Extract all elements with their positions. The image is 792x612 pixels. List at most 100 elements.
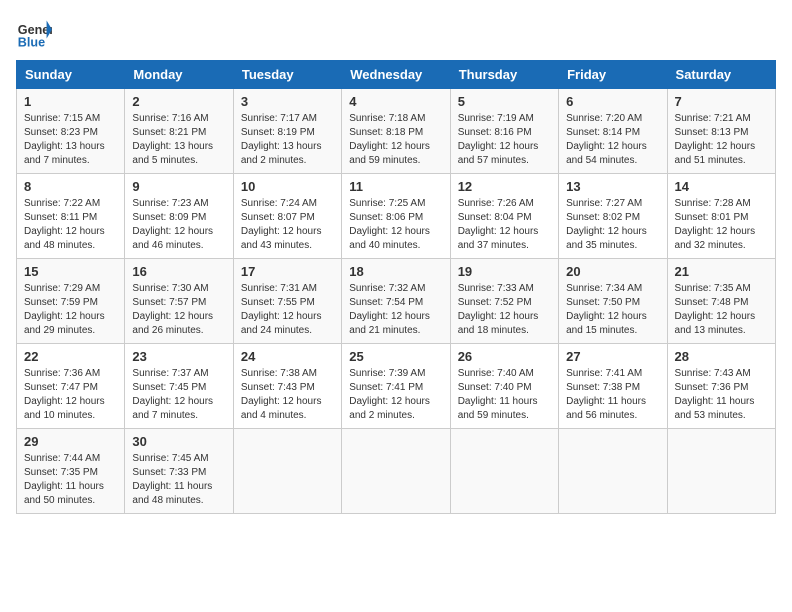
day-info: Sunrise: 7:36 AMSunset: 7:47 PMDaylight:… [24,367,117,423]
day-info: Sunrise: 7:26 AMSunset: 8:04 PMDaylight:… [458,197,551,253]
weekday-header: Friday [559,61,667,89]
calendar-cell: 21Sunrise: 7:35 AMSunset: 7:48 PMDayligh… [667,259,775,344]
calendar-cell: 12 Sunrise: 7:26 AMSunset: 8:04 PMDayligh… [450,174,558,259]
calendar-cell: 29Sunrise: 7:44 AMSunset: 7:35 PMDayligh… [17,429,125,514]
calendar-cell: 25Sunrise: 7:39 AMSunset: 7:41 PMDayligh… [342,344,450,429]
calendar-cell: 18 Sunrise: 7:32 AMSunset: 7:54 PMDayligh… [342,259,450,344]
day-info: Sunrise: 7:16 AMSunset: 8:21 PMDaylight:… [132,112,225,168]
day-number: 25 [349,349,442,364]
day-info: Sunrise: 7:31 AMSunset: 7:55 PMDaylight:… [241,282,334,338]
day-number: 8 [24,179,117,194]
calendar-cell: 23 Sunrise: 7:37 AMSunset: 7:45 PMDayligh… [125,344,233,429]
day-number: 23 [132,349,225,364]
calendar-week-row: 8 Sunrise: 7:22 AMSunset: 8:11 PMDaylight… [17,174,776,259]
day-info: Sunrise: 7:40 AMSunset: 7:40 PMDaylight:… [458,367,551,423]
calendar-cell [342,429,450,514]
day-info: Sunrise: 7:18 AMSunset: 8:18 PMDaylight:… [349,112,442,168]
day-info: Sunrise: 7:35 AMSunset: 7:48 PMDaylight:… [675,282,768,338]
weekday-header: Sunday [17,61,125,89]
day-info: Sunrise: 7:45 AMSunset: 7:33 PMDaylight:… [132,452,225,508]
calendar-cell: 9 Sunrise: 7:23 AMSunset: 8:09 PMDaylight… [125,174,233,259]
weekday-header: Wednesday [342,61,450,89]
day-info: Sunrise: 7:41 AMSunset: 7:38 PMDaylight:… [566,367,659,423]
day-number: 18 [349,264,442,279]
day-number: 12 [458,179,551,194]
day-number: 2 [132,94,225,109]
weekday-header: Thursday [450,61,558,89]
day-info: Sunrise: 7:30 AMSunset: 7:57 PMDaylight:… [132,282,225,338]
calendar-cell [450,429,558,514]
day-number: 3 [241,94,334,109]
day-number: 7 [675,94,768,109]
day-info: Sunrise: 7:28 AMSunset: 8:01 PMDaylight:… [675,197,768,253]
day-info: Sunrise: 7:24 AMSunset: 8:07 PMDaylight:… [241,197,334,253]
day-number: 19 [458,264,551,279]
day-info: Sunrise: 7:32 AMSunset: 7:54 PMDaylight:… [349,282,442,338]
weekday-header: Monday [125,61,233,89]
calendar-cell: 5 Sunrise: 7:19 AMSunset: 8:16 PMDaylight… [450,89,558,174]
calendar-header: SundayMondayTuesdayWednesdayThursdayFrid… [17,61,776,89]
calendar-cell: 2 Sunrise: 7:16 AMSunset: 8:21 PMDaylight… [125,89,233,174]
calendar-cell: 17Sunrise: 7:31 AMSunset: 7:55 PMDayligh… [233,259,341,344]
calendar-week-row: 15 Sunrise: 7:29 AMSunset: 7:59 PMDayligh… [17,259,776,344]
weekday-header: Tuesday [233,61,341,89]
calendar-cell: 1 Sunrise: 7:15 AMSunset: 8:23 PMDaylight… [17,89,125,174]
logo-icon: General Blue [16,16,52,52]
day-info: Sunrise: 7:29 AMSunset: 7:59 PMDaylight:… [24,282,117,338]
calendar-cell: 8 Sunrise: 7:22 AMSunset: 8:11 PMDaylight… [17,174,125,259]
calendar-cell: 15 Sunrise: 7:29 AMSunset: 7:59 PMDayligh… [17,259,125,344]
day-number: 5 [458,94,551,109]
day-info: Sunrise: 7:33 AMSunset: 7:52 PMDaylight:… [458,282,551,338]
day-info: Sunrise: 7:17 AMSunset: 8:19 PMDaylight:… [241,112,334,168]
day-number: 16 [132,264,225,279]
day-info: Sunrise: 7:20 AMSunset: 8:14 PMDaylight:… [566,112,659,168]
day-number: 1 [24,94,117,109]
day-info: Sunrise: 7:38 AMSunset: 7:43 PMDaylight:… [241,367,334,423]
calendar-cell: 7 Sunrise: 7:21 AMSunset: 8:13 PMDaylight… [667,89,775,174]
day-info: Sunrise: 7:22 AMSunset: 8:11 PMDaylight:… [24,197,117,253]
logo: General Blue [16,16,56,52]
day-number: 6 [566,94,659,109]
day-number: 30 [132,434,225,449]
calendar-cell [559,429,667,514]
day-number: 24 [241,349,334,364]
day-info: Sunrise: 7:21 AMSunset: 8:13 PMDaylight:… [675,112,768,168]
day-info: Sunrise: 7:27 AMSunset: 8:02 PMDaylight:… [566,197,659,253]
day-info: Sunrise: 7:23 AMSunset: 8:09 PMDaylight:… [132,197,225,253]
calendar-cell: 16 Sunrise: 7:30 AMSunset: 7:57 PMDayligh… [125,259,233,344]
calendar-cell: 30 Sunrise: 7:45 AMSunset: 7:33 PMDayligh… [125,429,233,514]
day-number: 20 [566,264,659,279]
calendar-cell: 14 Sunrise: 7:28 AMSunset: 8:01 PMDayligh… [667,174,775,259]
calendar-cell: 24 Sunrise: 7:38 AMSunset: 7:43 PMDayligh… [233,344,341,429]
day-number: 9 [132,179,225,194]
day-info: Sunrise: 7:15 AMSunset: 8:23 PMDaylight:… [24,112,117,168]
calendar-cell: 27 Sunrise: 7:41 AMSunset: 7:38 PMDayligh… [559,344,667,429]
day-number: 11 [349,179,442,194]
calendar-cell: 19 Sunrise: 7:33 AMSunset: 7:52 PMDayligh… [450,259,558,344]
weekday-header: Saturday [667,61,775,89]
calendar-cell: 13Sunrise: 7:27 AMSunset: 8:02 PMDayligh… [559,174,667,259]
page-header: General Blue [16,16,776,52]
calendar-cell: 20Sunrise: 7:34 AMSunset: 7:50 PMDayligh… [559,259,667,344]
calendar-cell: 11 Sunrise: 7:25 AMSunset: 8:06 PMDayligh… [342,174,450,259]
day-number: 22 [24,349,117,364]
calendar-cell: 3 Sunrise: 7:17 AMSunset: 8:19 PMDaylight… [233,89,341,174]
day-number: 15 [24,264,117,279]
day-number: 27 [566,349,659,364]
day-number: 14 [675,179,768,194]
calendar-cell: 6 Sunrise: 7:20 AMSunset: 8:14 PMDaylight… [559,89,667,174]
day-info: Sunrise: 7:25 AMSunset: 8:06 PMDaylight:… [349,197,442,253]
calendar-cell [667,429,775,514]
day-number: 26 [458,349,551,364]
calendar-week-row: 29Sunrise: 7:44 AMSunset: 7:35 PMDayligh… [17,429,776,514]
day-number: 29 [24,434,117,449]
day-info: Sunrise: 7:37 AMSunset: 7:45 PMDaylight:… [132,367,225,423]
calendar-cell: 28Sunrise: 7:43 AMSunset: 7:36 PMDayligh… [667,344,775,429]
day-info: Sunrise: 7:19 AMSunset: 8:16 PMDaylight:… [458,112,551,168]
calendar-cell [233,429,341,514]
svg-text:Blue: Blue [18,36,45,50]
day-number: 28 [675,349,768,364]
calendar-cell: 22 Sunrise: 7:36 AMSunset: 7:47 PMDayligh… [17,344,125,429]
calendar-cell: 10Sunrise: 7:24 AMSunset: 8:07 PMDayligh… [233,174,341,259]
calendar-week-row: 1 Sunrise: 7:15 AMSunset: 8:23 PMDaylight… [17,89,776,174]
